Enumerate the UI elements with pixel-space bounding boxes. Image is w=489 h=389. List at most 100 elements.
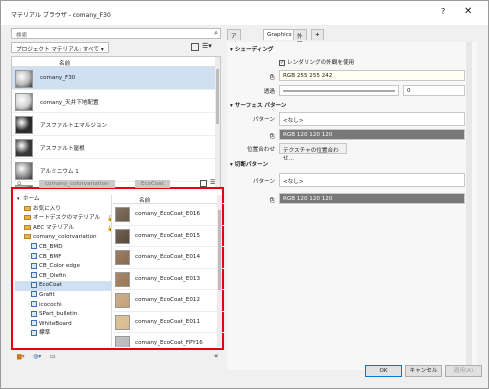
- list-item[interactable]: comany_EcoCoat_E013: [113, 269, 224, 290]
- tree-item[interactable]: icocochi: [15, 301, 111, 311]
- search-icon[interactable]: ⌕: [214, 29, 218, 38]
- field-label: 透過: [263, 89, 275, 95]
- add-tab-button[interactable]: +: [311, 29, 324, 40]
- tab-identity[interactable]: アイデンティティ: [227, 29, 241, 96]
- library-icon: [31, 329, 37, 336]
- tree-item[interactable]: 標準: [15, 329, 111, 339]
- material-name: アルミニウム 1: [40, 169, 79, 175]
- ok-button[interactable]: OK: [365, 365, 402, 377]
- tree-item[interactable]: comany_colorvariation: [15, 233, 111, 243]
- texture-alignment-button[interactable]: テクスチャの位置合わせ...: [279, 143, 347, 162]
- tree-item-label: EcoCoat: [39, 282, 62, 289]
- scrollbar[interactable]: [215, 57, 220, 200]
- tree-item[interactable]: AEC マテリアル 🔒: [15, 224, 111, 234]
- library-icon: [31, 243, 37, 250]
- scrollbar[interactable]: [217, 195, 222, 347]
- checkbox-label: レンダリングの外観を使用: [287, 60, 355, 66]
- tree-item-label: Grafit: [39, 291, 55, 298]
- tab-graphics[interactable]: Graphics: [263, 29, 296, 40]
- surface-pattern-field[interactable]: <なし>: [279, 112, 465, 126]
- list-item[interactable]: アスファルトエマルジョン: [12, 113, 220, 136]
- material-thumbnail: [15, 70, 33, 88]
- material-name: アスファルト屋根: [40, 146, 85, 152]
- list-item[interactable]: comany_EcoCoat_E016: [113, 204, 224, 226]
- transparency-slider[interactable]: [279, 85, 399, 96]
- tree-item-label: CB_Olefin: [39, 272, 67, 279]
- dialog-footer: OK キャンセル 適用(A): [1, 362, 488, 386]
- library-filter-dropdown[interactable]: プロジェクト マテリアル: すべて ▾: [11, 42, 109, 53]
- use-render-appearance-checkbox[interactable]: ✓ レンダリングの外観を使用: [279, 58, 354, 66]
- list-item[interactable]: comany_EcoCoat_E012: [113, 290, 224, 312]
- breadcrumb-item[interactable]: EcoCoat: [135, 180, 170, 188]
- material-thumbnail: [15, 93, 33, 111]
- list-item[interactable]: アルミニウム 1: [12, 159, 220, 182]
- section-surface-pattern[interactable]: ▾ サーフェス パターン: [227, 101, 477, 111]
- close-icon[interactable]: ✕: [464, 6, 472, 17]
- list-header: 名前: [113, 195, 224, 204]
- library-icon: [31, 253, 37, 260]
- material-name: comany_F30: [40, 75, 76, 81]
- tree-item[interactable]: お気に入り: [15, 205, 111, 215]
- section-cut-pattern[interactable]: ▾ 切断パターン: [227, 160, 477, 170]
- list-item[interactable]: アスファルト屋根: [12, 136, 220, 159]
- field-label: 色: [269, 75, 275, 81]
- breadcrumb-item[interactable]: comany_colorvariation: [39, 180, 115, 188]
- list-item[interactable]: comany_F30: [12, 67, 220, 90]
- tree-item[interactable]: CB_BMD: [15, 243, 111, 253]
- list-item[interactable]: comany_EcoCoat_FPY16: [113, 333, 224, 347]
- tree-item[interactable]: EcoCoat: [15, 281, 111, 291]
- field-label: パターン: [252, 117, 275, 123]
- list-item[interactable]: comany_EcoCoat_E015: [113, 226, 224, 247]
- tree-item[interactable]: Grafit: [15, 291, 111, 301]
- help-icon[interactable]: ?: [441, 7, 445, 16]
- list-header: 名前: [12, 57, 220, 67]
- tab-appearance[interactable]: 外観: [293, 29, 307, 48]
- library-icon: [31, 320, 37, 327]
- apply-button[interactable]: 適用(A): [445, 365, 482, 377]
- tree-item-label: ホーム: [23, 196, 40, 202]
- graphics-properties: ▾ シェーディング ✓ レンダリングの外観を使用 色 RGB 255 255 24…: [227, 42, 477, 370]
- scrollbar[interactable]: [466, 42, 472, 370]
- tree-item-label: お気に入り: [33, 205, 61, 212]
- panel-icon[interactable]: ▭: [50, 353, 56, 360]
- tree-item[interactable]: WhiteBoard: [15, 320, 111, 330]
- library-icon: [31, 272, 37, 279]
- shading-color-field[interactable]: RGB 255 255 242: [279, 70, 465, 81]
- home-icon[interactable]: ⌂: [17, 179, 21, 187]
- material-thumbnail: [15, 116, 33, 134]
- library-icon: [31, 281, 37, 288]
- material-thumbnail: [15, 162, 33, 180]
- view-toggle-icon[interactable]: [200, 180, 207, 187]
- library-material-list: 名前 comany_EcoCoat_E016 comany_EcoCoat_E01…: [113, 195, 224, 347]
- tree-item[interactable]: CB_Olefin: [15, 272, 111, 282]
- tree-item[interactable]: CB_BMF: [15, 253, 111, 263]
- list-item[interactable]: comany_EcoCoat_E014: [113, 247, 224, 269]
- material-swatch: [115, 207, 130, 222]
- tree-item[interactable]: オートデスクのマテリアル 🔒: [15, 214, 111, 224]
- collapse-icon[interactable]: «: [214, 352, 218, 360]
- search-input[interactable]: 検索 ⌕: [11, 28, 221, 39]
- tree-item[interactable]: SPart_bulletin: [15, 310, 111, 320]
- list-view-icon[interactable]: ☰: [210, 179, 215, 186]
- view-toggle-icon[interactable]: [191, 43, 199, 51]
- material-name: アスファルトエマルジョン: [40, 123, 108, 129]
- list-item[interactable]: comany_EcoCoat_E011: [113, 312, 224, 333]
- material-create-icon[interactable]: ◍▾: [33, 353, 41, 360]
- tree-item[interactable]: CB_Color edge: [15, 262, 111, 272]
- library-icon: [31, 310, 37, 317]
- material-name: comany_EcoCoat_E014: [135, 254, 201, 260]
- material-name: comany_EcoCoat_E015: [135, 232, 201, 239]
- list-view-icon[interactable]: ☰▾: [202, 42, 212, 50]
- surface-color-field[interactable]: RGB 120 120 120: [279, 129, 465, 140]
- tree-item[interactable]: ▾ ホーム: [15, 195, 111, 205]
- folder-icon: [24, 224, 31, 230]
- folder-add-icon[interactable]: ▆▾: [17, 353, 25, 360]
- tree-item-label: WhiteBoard: [39, 320, 72, 327]
- cut-color-field[interactable]: RGB 120 120 120: [279, 193, 465, 204]
- cancel-button[interactable]: キャンセル: [405, 365, 442, 377]
- transparency-input[interactable]: 0: [403, 85, 465, 96]
- cut-pattern-field[interactable]: <なし>: [279, 173, 465, 187]
- material-swatch: [115, 271, 130, 287]
- section-shading[interactable]: ▾ シェーディング: [227, 45, 477, 55]
- list-item[interactable]: comany_天井下地配置: [12, 90, 220, 113]
